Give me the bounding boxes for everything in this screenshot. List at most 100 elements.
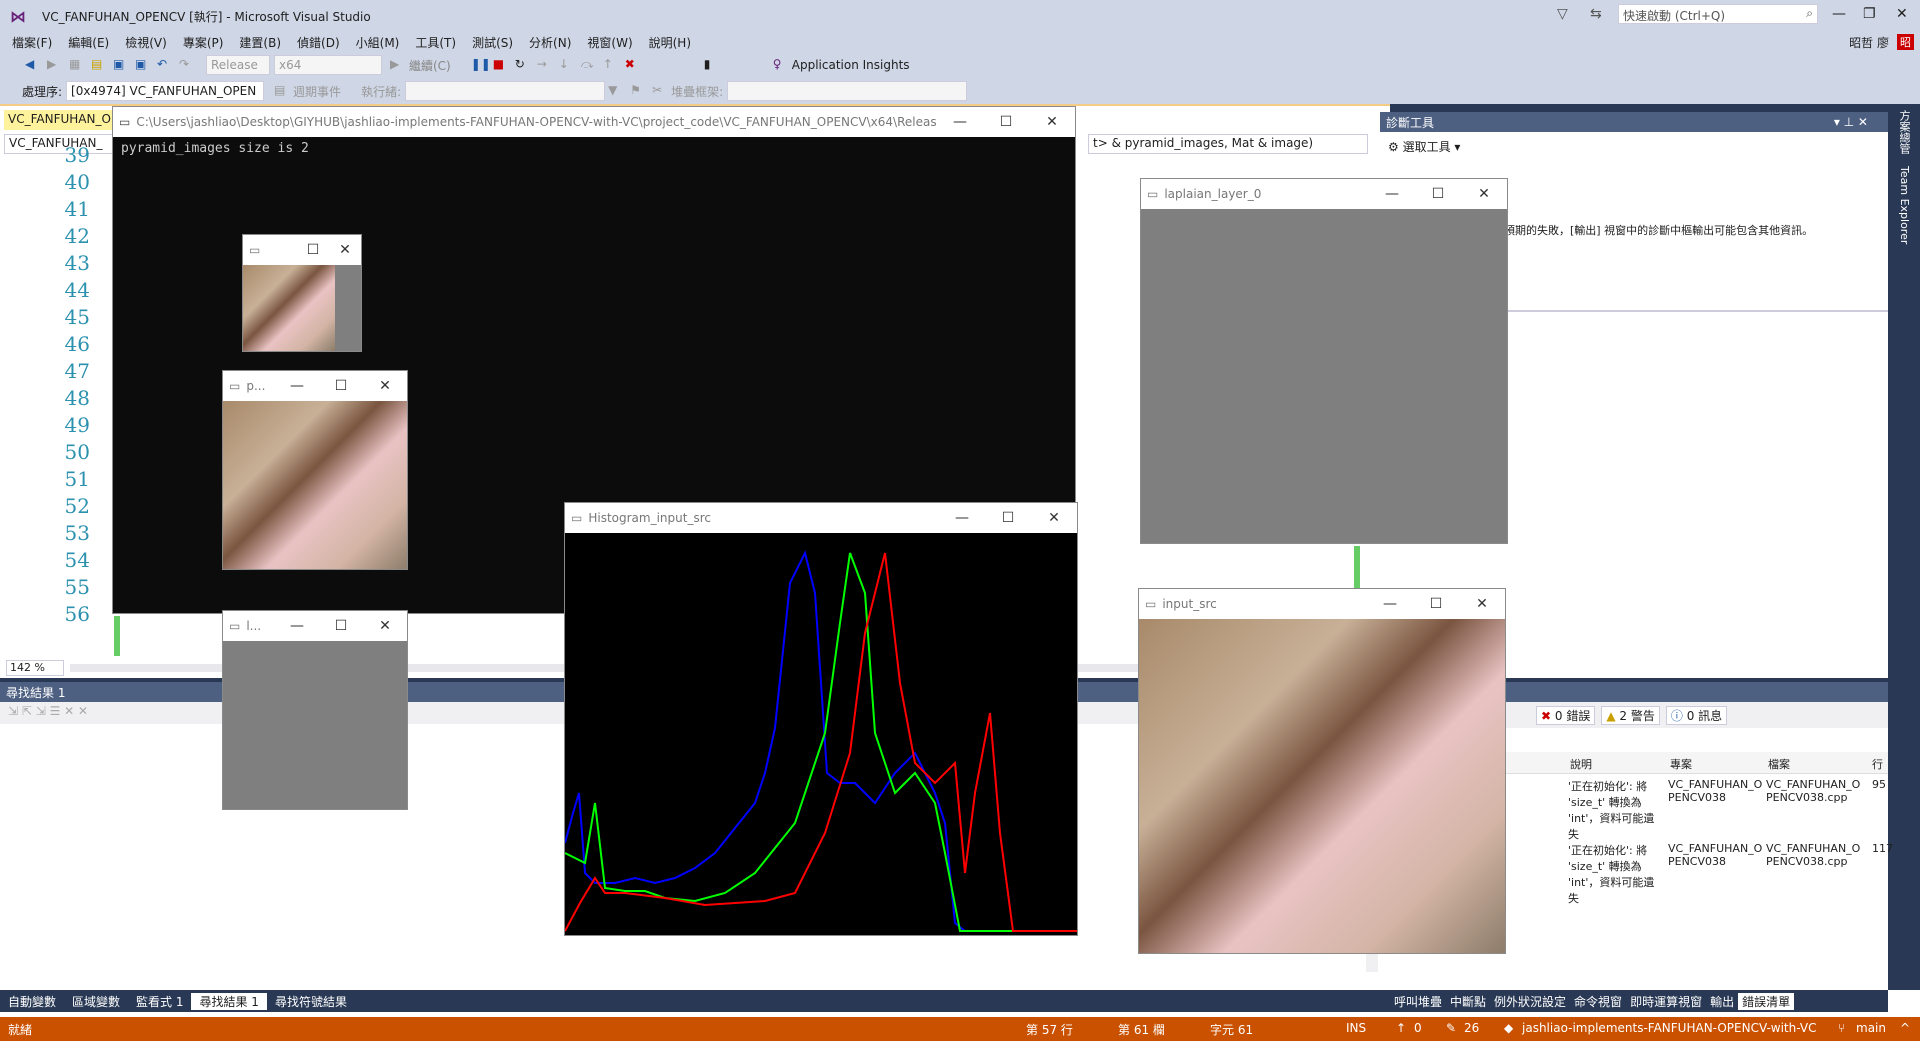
col-description[interactable]: 說明 xyxy=(1570,756,1592,772)
thread-dropdown[interactable] xyxy=(405,81,606,101)
platform-dropdown[interactable]: x64 xyxy=(274,55,382,75)
forward-icon[interactable]: ▶ xyxy=(47,57,63,73)
redo-icon[interactable]: ↷ xyxy=(179,57,195,73)
step-over-icon[interactable]: ⤼ xyxy=(581,57,597,73)
play-icon[interactable]: ▶ xyxy=(390,57,406,73)
new-project-icon[interactable]: ▦ xyxy=(69,57,85,73)
menu-window[interactable]: 視窗(W) xyxy=(579,34,640,51)
toggle-icon[interactable]: ✂ xyxy=(652,83,668,99)
input-src-title-bar[interactable]: ▭ input_src — ☐ ✕ xyxy=(1139,589,1505,619)
close-button[interactable]: ✕ xyxy=(1029,114,1075,130)
close-button[interactable]: ✕ xyxy=(1031,510,1077,526)
open-icon[interactable]: ▤ xyxy=(91,57,107,73)
lifecycle-button[interactable]: 週期事件 xyxy=(293,83,341,100)
zoom-dropdown[interactable]: 142 % xyxy=(6,660,64,676)
filter-thread-icon[interactable]: ▼ xyxy=(608,83,624,99)
flag-icon[interactable]: ⚑ xyxy=(630,83,646,99)
menu-team[interactable]: 小組(M) xyxy=(348,34,408,51)
tab-immediate[interactable]: 即時運算視窗 xyxy=(1626,993,1706,1010)
solution-explorer-tab[interactable]: 方案總管 xyxy=(1898,110,1911,154)
laplacian-title-bar[interactable]: ▭ laplaian_layer_0 — ☐ ✕ xyxy=(1141,179,1507,209)
errors-button[interactable]: ✖ 0 錯誤 xyxy=(1536,705,1596,725)
pyramid-window-title-bar[interactable]: ▭ p... — ☐ ✕ xyxy=(223,371,407,401)
minimize-button[interactable]: — xyxy=(275,378,319,394)
menu-debug[interactable]: 偵錯(D) xyxy=(289,34,348,51)
close-button[interactable]: ✕ xyxy=(363,378,407,394)
messages-button[interactable]: ⓘ 0 訊息 xyxy=(1665,705,1728,725)
histogram-title-bar[interactable]: ▭ Histogram_input_src — ☐ ✕ xyxy=(565,503,1077,533)
insights-icon[interactable]: ♀ xyxy=(773,57,789,73)
team-explorer-tab[interactable]: Team Explorer xyxy=(1898,166,1911,244)
undo-icon[interactable]: ↶ xyxy=(157,57,173,73)
editor-tab[interactable]: VC_FANFUHAN_O xyxy=(4,110,114,130)
minimize-button[interactable]: — xyxy=(1369,186,1415,202)
menu-test[interactable]: 測試(S) xyxy=(464,34,521,51)
maximize-button[interactable]: ☐ xyxy=(1415,186,1461,202)
user-avatar[interactable]: 昭 xyxy=(1897,34,1914,50)
status-repo[interactable]: jashliao-implements-FANFUHAN-OPENCV-with… xyxy=(1522,1021,1816,1035)
tab-find-symbol[interactable]: 尋找符號結果 xyxy=(267,993,355,1010)
minimize-button[interactable]: — xyxy=(937,114,983,130)
user-name[interactable]: 昭哲 廖 xyxy=(1849,34,1889,51)
maximize-button[interactable]: ☐ xyxy=(983,114,1029,130)
stop-icon[interactable]: ■ xyxy=(493,57,509,73)
exception-icon[interactable]: ✖ xyxy=(625,57,641,73)
menu-help[interactable]: 說明(H) xyxy=(641,34,699,51)
tab-autos[interactable]: 自動變數 xyxy=(0,993,64,1010)
col-project[interactable]: 專案 xyxy=(1670,756,1692,772)
menu-tools[interactable]: 工具(T) xyxy=(407,34,464,51)
tab-exceptions[interactable]: 例外狀況設定 xyxy=(1490,993,1570,1010)
menu-project[interactable]: 專案(P) xyxy=(175,34,232,51)
minimize-button[interactable]: — xyxy=(1832,6,1846,22)
tab-watch1[interactable]: 監看式 1 xyxy=(128,993,191,1010)
laplacian-small-window[interactable]: ▭ l... — ☐ ✕ xyxy=(222,610,408,810)
minimize-button[interactable]: — xyxy=(1367,596,1413,612)
menu-view[interactable]: 檢視(V) xyxy=(117,34,175,51)
input-src-window[interactable]: ▭ input_src — ☐ ✕ xyxy=(1138,588,1506,954)
step-icon[interactable]: → xyxy=(537,57,553,73)
small-window-title-bar[interactable]: ▭ ☐ ✕ xyxy=(243,235,361,265)
status-branch[interactable]: main xyxy=(1856,1021,1886,1035)
maximize-button[interactable]: ☐ xyxy=(985,510,1031,526)
insights-button[interactable]: Application Insights xyxy=(792,58,910,72)
laplacian-small-title-bar[interactable]: ▭ l... — ☐ ✕ xyxy=(223,611,407,641)
pyramid-window-small[interactable]: ▭ ☐ ✕ xyxy=(242,234,362,352)
maximize-button[interactable]: ☐ xyxy=(319,378,363,394)
tab-command[interactable]: 命令視窗 xyxy=(1570,993,1626,1010)
laplacian-window[interactable]: ▭ laplaian_layer_0 — ☐ ✕ xyxy=(1140,178,1508,544)
status-up[interactable]: 0 xyxy=(1414,1021,1422,1035)
member-combo[interactable]: t> & pyramid_images, Mat & image) xyxy=(1088,134,1368,154)
col-line[interactable]: 行 xyxy=(1872,756,1883,772)
tab-call-stack[interactable]: 呼叫堆疊 xyxy=(1390,993,1446,1010)
close-button[interactable]: ✕ xyxy=(1461,186,1507,202)
process-dropdown[interactable]: [0x4974] VC_FANFUHAN_OPEN xyxy=(66,81,265,101)
back-icon[interactable]: ◀ xyxy=(25,57,41,73)
tab-error-list[interactable]: 錯誤清單 xyxy=(1738,992,1795,1010)
save-icon[interactable]: ▣ xyxy=(113,57,129,73)
close-button[interactable]: ✕ xyxy=(363,618,407,634)
close-button[interactable]: ✕ xyxy=(1459,596,1505,612)
step-out-icon[interactable]: ↑ xyxy=(603,57,619,73)
notifications-icon[interactable]: ⇆ xyxy=(1590,6,1602,22)
maximize-button[interactable]: ☐ xyxy=(297,242,329,258)
stack-dropdown[interactable] xyxy=(727,81,968,101)
bookmark-icon[interactable]: ▮ xyxy=(704,57,720,73)
tab-breakpoints[interactable]: 中斷點 xyxy=(1446,993,1490,1010)
select-tools-button[interactable]: ⚙ 選取工具 ▾ xyxy=(1388,138,1460,155)
maximize-button[interactable]: ☐ xyxy=(319,618,363,634)
lifecycle-icon[interactable]: ▤ xyxy=(274,83,290,99)
tab-output[interactable]: 輸出 xyxy=(1706,993,1738,1010)
menu-analyze[interactable]: 分析(N) xyxy=(521,34,579,51)
continue-button[interactable]: 繼續(C) xyxy=(409,57,451,74)
menu-edit[interactable]: 編輯(E) xyxy=(60,34,117,51)
restart-icon[interactable]: ↻ xyxy=(515,57,531,73)
console-title-bar[interactable]: ▭ C:\Users\jashliao\Desktop\GIYHUB\jashl… xyxy=(113,107,1075,137)
pin-icon[interactable]: ▾ ⊥ ✕ xyxy=(1834,115,1888,129)
pyramid-window[interactable]: ▭ p... — ☐ ✕ xyxy=(222,370,408,570)
filter-icon[interactable]: ▽ xyxy=(1557,6,1568,22)
close-button[interactable]: ✕ xyxy=(329,242,361,258)
histogram-window[interactable]: ▭ Histogram_input_src — ☐ ✕ xyxy=(564,502,1078,936)
maximize-button[interactable]: ☐ xyxy=(1413,596,1459,612)
chevron-up-icon[interactable]: ^ xyxy=(1900,1021,1910,1035)
quick-launch-input[interactable]: 快速啟動 (Ctrl+Q) ⌕ xyxy=(1618,4,1818,24)
